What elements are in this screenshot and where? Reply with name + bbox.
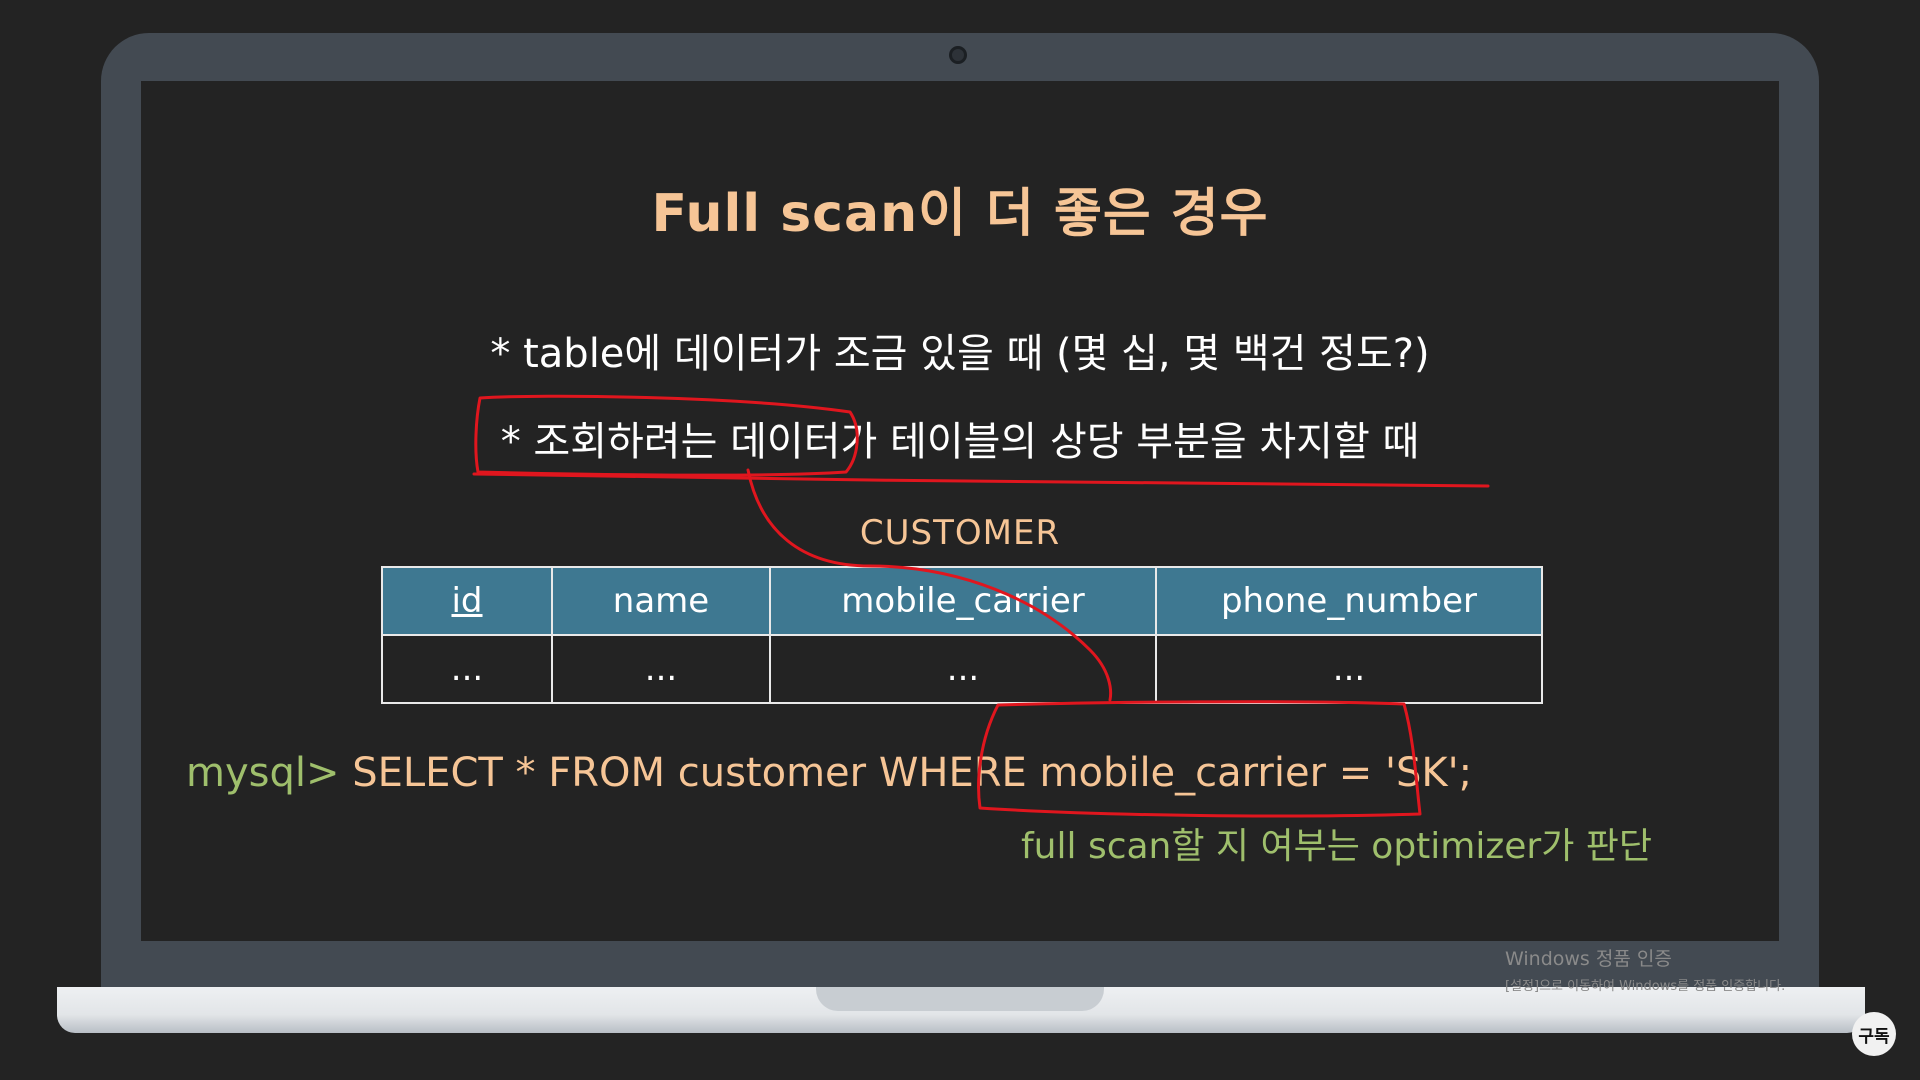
column-header-id: id (381, 566, 553, 636)
column-header-phone-number: phone_number (1155, 566, 1543, 636)
table-caption: CUSTOMER (859, 513, 1061, 553)
column-header-mobile-carrier: mobile_carrier (769, 566, 1157, 636)
webcam-icon (949, 46, 967, 64)
windows-activation-watermark: Windows 정품 인증 [설정]으로 이동하여 Windows를 정품 인증… (1505, 944, 1785, 994)
watermark-title: Windows 정품 인증 (1505, 948, 1672, 970)
subscribe-button[interactable]: 구독 (1852, 1012, 1896, 1056)
column-header-id-label: id (451, 581, 483, 621)
customer-table: id name mobile_carrier phone_number ... … (381, 566, 1543, 704)
video-frame: Full scan이 더 좋은 경우 * table에 데이터가 조금 있을 때… (0, 0, 1920, 1080)
table-cell: ... (381, 634, 553, 704)
watermark-subtitle: [설정]으로 이동하여 Windows를 정품 인증합니다. (1505, 979, 1786, 994)
optimizer-note: full scan할 지 여부는 optimizer가 판단 (1021, 826, 1653, 867)
slide-title: Full scan이 더 좋은 경우 (651, 184, 1269, 244)
sql-statement: mysql> SELECT * FROM customer WHERE mobi… (186, 750, 1472, 796)
laptop-base-notch (816, 987, 1104, 1011)
column-header-name: name (551, 566, 771, 636)
table-cell: ... (551, 634, 771, 704)
bullet-small-table: * table에 데이터가 조금 있을 때 (몇 십, 몇 백건 정도?) (490, 331, 1430, 377)
bullet-large-portion: * 조회하려는 데이터가 테이블의 상당 부분을 차지할 때 (500, 419, 1420, 465)
table-cell: ... (1155, 634, 1543, 704)
sql-query: SELECT * FROM customer WHERE mobile_carr… (352, 750, 1473, 796)
table-cell: ... (769, 634, 1157, 704)
sql-prompt: mysql> (186, 750, 340, 796)
table-row: ... ... ... ... (381, 634, 1543, 704)
slide-screen: Full scan이 더 좋은 경우 * table에 데이터가 조금 있을 때… (141, 81, 1779, 941)
table-header-row: id name mobile_carrier phone_number (381, 566, 1543, 636)
